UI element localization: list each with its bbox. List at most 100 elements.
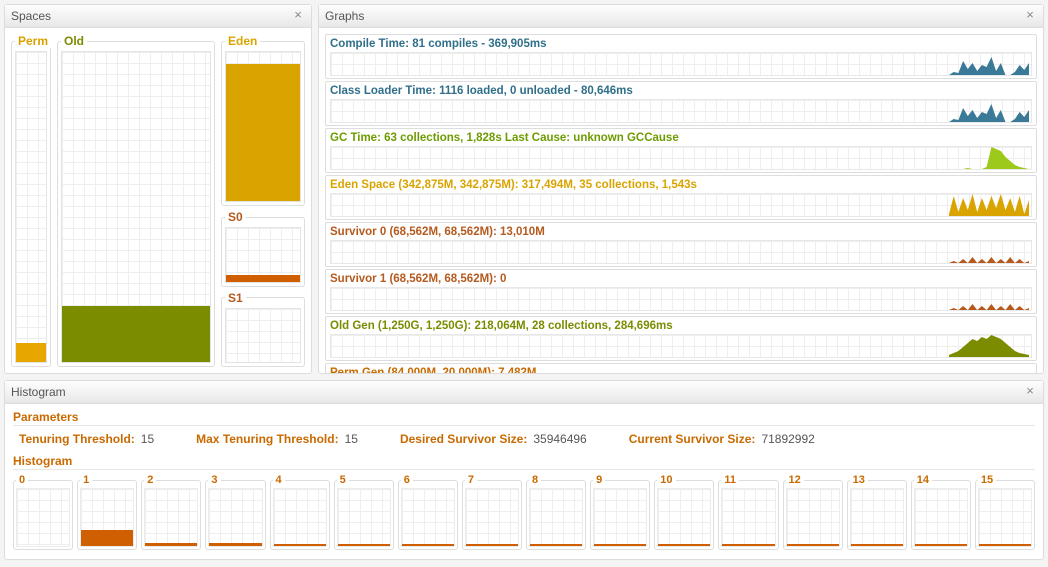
histogram-grid: 0123456789101112131415 (13, 474, 1035, 550)
histogram-bucket-bar (594, 544, 646, 546)
graph-label: Compile Time: 81 compiles - 369,905ms (330, 37, 1032, 51)
graph-strip (330, 99, 1032, 123)
graph-label: Survivor 0 (68,562M, 68,562M): 13,010M (330, 225, 1032, 239)
panel-histogram-header: Histogram × (5, 381, 1043, 404)
histogram-bucket-bar (530, 544, 582, 546)
graph-strip (330, 52, 1032, 76)
close-icon[interactable]: × (1023, 385, 1037, 399)
param-desired-label: Desired Survivor Size: (400, 432, 527, 446)
space-s1-label: S1 (225, 291, 246, 305)
histogram-bucket-label: 15 (978, 474, 996, 486)
graph-row: Old Gen (1,250G, 1,250G): 218,064M, 28 c… (325, 316, 1037, 361)
histogram-bucket: 0 (13, 474, 73, 550)
histogram-bucket-label: 3 (208, 474, 220, 486)
histogram-bucket-bar (338, 544, 390, 546)
histogram-bucket-bar (145, 543, 197, 546)
panel-spaces-title: Spaces (11, 5, 51, 27)
param-tenuring-label: Tenuring Threshold: (19, 432, 135, 446)
histogram-bucket: 13 (847, 474, 907, 550)
histogram-bucket: 2 (141, 474, 201, 550)
panel-histogram: Histogram × Parameters Tenuring Threshol… (4, 380, 1044, 560)
histogram-bucket-label: 11 (721, 474, 739, 486)
histogram-bucket-bar (466, 544, 518, 546)
histogram-bucket-bar (658, 544, 710, 546)
histogram-bucket: 15 (975, 474, 1035, 550)
param-tenuring-value: 15 (141, 432, 154, 446)
space-eden: Eden (221, 34, 305, 206)
graph-strip (330, 240, 1032, 264)
histogram-bucket-bar (274, 544, 326, 546)
histogram-bucket-bar (979, 544, 1031, 546)
space-perm: Perm (11, 34, 51, 367)
graph-row: GC Time: 63 collections, 1,828s Last Cau… (325, 128, 1037, 173)
panel-graphs-header: Graphs × (319, 5, 1043, 28)
histogram-bucket-bar (722, 544, 774, 546)
close-icon[interactable]: × (1023, 9, 1037, 23)
histogram-bucket-bar (81, 530, 133, 546)
histogram-bucket-bar (787, 544, 839, 546)
histogram-bucket: 9 (590, 474, 650, 550)
histogram-bucket: 1 (77, 474, 137, 550)
histogram-bucket: 6 (398, 474, 458, 550)
histogram-bucket: 7 (462, 474, 522, 550)
space-old: Old (57, 34, 215, 367)
histogram-bucket-label: 10 (657, 474, 675, 486)
graph-strip (330, 334, 1032, 358)
space-eden-bar (226, 64, 300, 201)
histogram-bucket: 3 (205, 474, 265, 550)
parameters-section-label: Parameters (13, 410, 1035, 426)
histogram-bucket-bar (402, 544, 454, 546)
graph-strip (330, 146, 1032, 170)
histogram-bucket: 10 (654, 474, 714, 550)
space-old-label: Old (61, 34, 87, 48)
graph-row: Class Loader Time: 1116 loaded, 0 unload… (325, 81, 1037, 126)
histogram-bucket-label: 7 (465, 474, 477, 486)
histogram-bucket: 5 (334, 474, 394, 550)
graph-row: Compile Time: 81 compiles - 369,905ms (325, 34, 1037, 79)
histogram-bucket: 8 (526, 474, 586, 550)
panel-graphs-title: Graphs (325, 5, 364, 27)
param-current-value: 71892992 (761, 432, 814, 446)
histogram-bucket-bar (209, 543, 261, 546)
graph-strip (330, 193, 1032, 217)
graph-label: Eden Space (342,875M, 342,875M): 317,494… (330, 178, 1032, 192)
panel-histogram-title: Histogram (11, 381, 66, 403)
space-perm-bar (16, 343, 46, 362)
space-eden-label: Eden (225, 34, 260, 48)
space-s0-bar (226, 275, 300, 281)
histogram-bucket-label: 13 (850, 474, 868, 486)
histogram-bucket-label: 5 (337, 474, 349, 486)
histogram-bucket: 11 (718, 474, 778, 550)
space-s1: S1 (221, 291, 305, 367)
space-perm-label: Perm (15, 34, 51, 48)
histogram-bucket: 12 (783, 474, 843, 550)
graph-label: Survivor 1 (68,562M, 68,562M): 0 (330, 272, 1032, 286)
graph-label: Old Gen (1,250G, 1,250G): 218,064M, 28 c… (330, 319, 1032, 333)
histogram-bucket-label: 2 (144, 474, 156, 486)
panel-graphs: Graphs × Compile Time: 81 compiles - 369… (318, 4, 1044, 374)
param-max-tenuring-label: Max Tenuring Threshold: (196, 432, 338, 446)
graph-row: Survivor 0 (68,562M, 68,562M): 13,010M (325, 222, 1037, 267)
param-current-label: Current Survivor Size: (629, 432, 756, 446)
histogram-bucket-label: 9 (593, 474, 605, 486)
histogram-section-label: Histogram (13, 454, 1035, 470)
parameters-row: Tenuring Threshold: 15 Max Tenuring Thres… (13, 430, 1035, 454)
histogram-bucket-label: 12 (786, 474, 804, 486)
graph-label: Perm Gen (84,000M, 20,000M): 7,482M (330, 366, 1032, 373)
close-icon[interactable]: × (291, 9, 305, 23)
param-max-tenuring-value: 15 (345, 432, 358, 446)
param-desired-value: 35946496 (533, 432, 586, 446)
histogram-bucket-label: 0 (16, 474, 28, 486)
graph-row: Survivor 1 (68,562M, 68,562M): 0 (325, 269, 1037, 314)
histogram-bucket-bar (915, 544, 967, 546)
graph-row: Perm Gen (84,000M, 20,000M): 7,482M (325, 363, 1037, 373)
histogram-bucket-label: 14 (914, 474, 932, 486)
histogram-bucket-label: 8 (529, 474, 541, 486)
panel-spaces: Spaces × Perm Old Eden (4, 4, 312, 374)
histogram-bucket-label: 6 (401, 474, 413, 486)
graph-row: Eden Space (342,875M, 342,875M): 317,494… (325, 175, 1037, 220)
space-s0: S0 (221, 210, 305, 286)
histogram-bucket: 14 (911, 474, 971, 550)
space-old-bar (62, 306, 210, 362)
histogram-bucket-bar (851, 544, 903, 546)
